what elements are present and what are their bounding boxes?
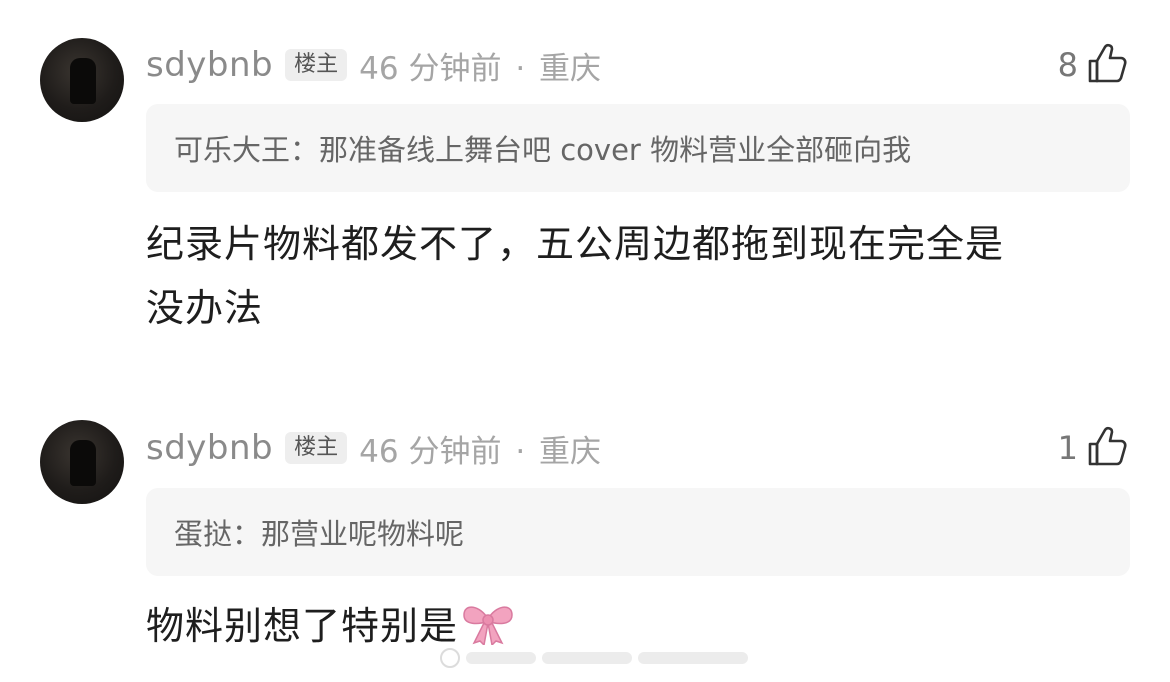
quote-text: 那营业呢物料呢 xyxy=(261,517,465,551)
comment-header: sdybnb 楼主 46 分钟前 · 重庆 xyxy=(146,423,601,473)
watermark xyxy=(440,648,750,668)
comment-location: 重庆 xyxy=(539,433,602,470)
username[interactable]: sdybnb xyxy=(146,428,273,468)
quoted-reply[interactable]: 蛋挞： 那营业呢物料呢 xyxy=(146,488,1130,576)
like-count: 8 xyxy=(1057,46,1078,84)
owner-badge: 楼主 xyxy=(285,432,348,464)
like-count: 1 xyxy=(1057,429,1078,467)
username[interactable]: sdybnb xyxy=(146,45,273,85)
comment-meta: 46 分钟前 · 重庆 xyxy=(359,43,601,88)
comment-body-line: 纪录片物料都发不了，五公周边都拖到现在完全是 xyxy=(146,222,1005,266)
comment-body-line: 物料别想了特别是 xyxy=(146,604,459,648)
comment-body-line: 没办法 xyxy=(146,286,264,330)
avatar[interactable] xyxy=(40,38,124,122)
thumbs-up-icon xyxy=(1086,41,1130,89)
quote-author: 蛋挞： xyxy=(174,517,262,551)
quote-author: 可乐大王： xyxy=(174,133,320,167)
comment-body: 纪录片物料都发不了，五公周边都拖到现在完全是 没办法 xyxy=(146,212,1130,340)
like-button[interactable]: 1 xyxy=(1058,423,1130,473)
quoted-reply[interactable]: 可乐大王： 那准备线上舞台吧 cover 物料营业全部砸向我 xyxy=(146,104,1130,192)
like-button[interactable]: 8 xyxy=(1058,40,1130,90)
quote-text: 那准备线上舞台吧 cover 物料营业全部砸向我 xyxy=(319,133,912,167)
avatar[interactable] xyxy=(40,420,124,504)
comment-meta: 46 分钟前 · 重庆 xyxy=(359,426,601,471)
comment-time: 46 分钟前 xyxy=(359,433,502,470)
owner-badge: 楼主 xyxy=(285,49,348,81)
meta-separator: · xyxy=(515,50,526,87)
comment-header: sdybnb 楼主 46 分钟前 · 重庆 xyxy=(146,40,601,90)
comment-time: 46 分钟前 xyxy=(359,50,502,87)
thumbs-up-icon xyxy=(1086,424,1130,472)
comment-location: 重庆 xyxy=(539,50,602,87)
meta-separator: · xyxy=(515,433,526,470)
